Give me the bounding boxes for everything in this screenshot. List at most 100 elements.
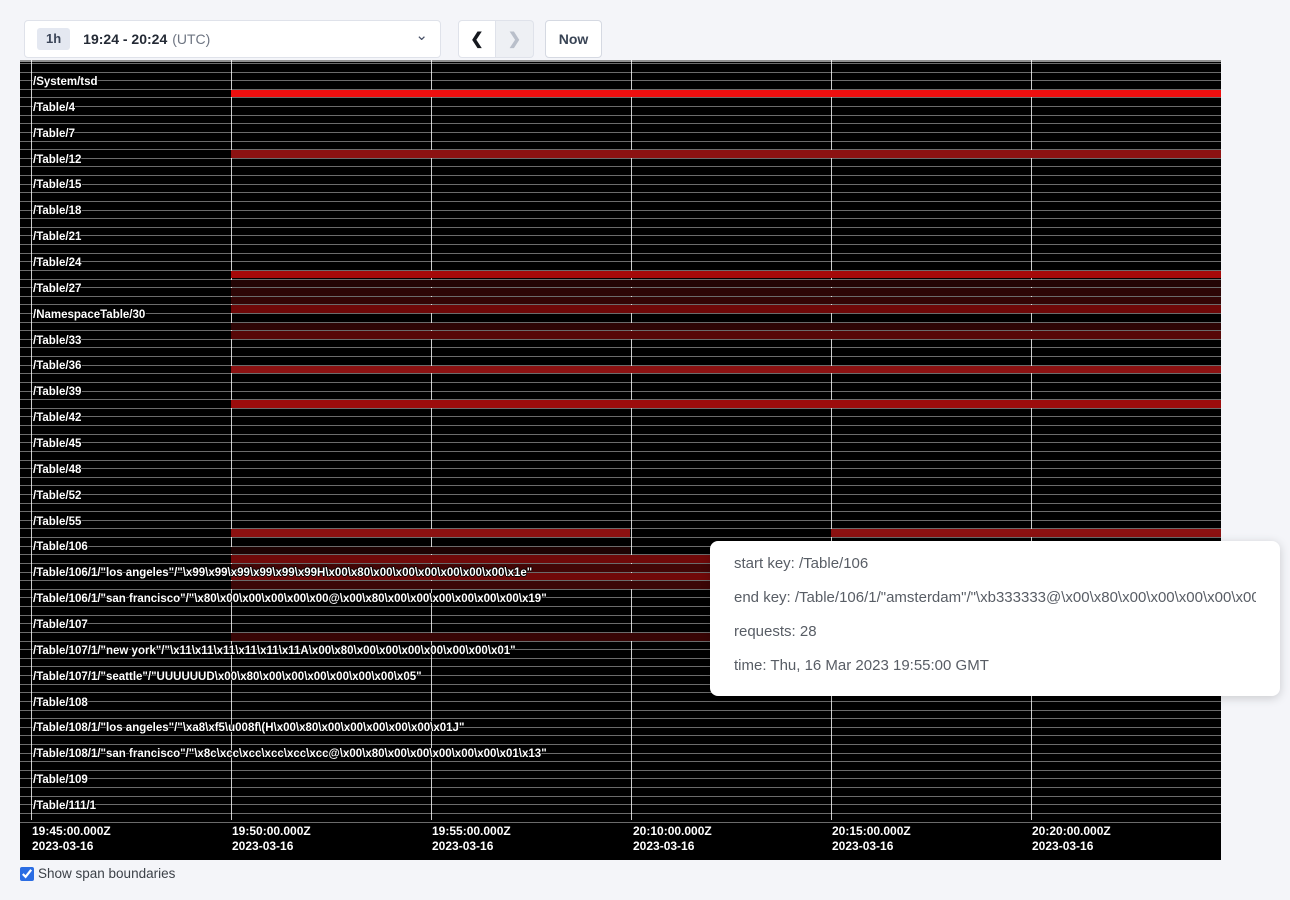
time-range-badge: 1h — [37, 28, 70, 50]
grid-line-horizontal — [20, 416, 1221, 417]
grid-line-horizontal — [20, 434, 1221, 435]
span-tooltip: start key: /Table/106 end key: /Table/10… — [710, 541, 1280, 696]
grid-line-horizontal — [20, 356, 1221, 357]
grid-line-horizontal — [20, 460, 1221, 461]
heat-band — [231, 400, 1221, 408]
row-label: /Table/15 — [33, 179, 81, 191]
axis-date-text: 2023-03-16 — [633, 839, 712, 854]
grid-line-horizontal — [20, 485, 1221, 486]
axis-time-label: 19:55:00.000Z2023-03-16 — [432, 824, 511, 854]
row-label: /Table/107/1/"new york"/"\x11\x11\x11\x1… — [33, 645, 516, 657]
grid-line-horizontal — [20, 537, 1221, 538]
axis-time-text: 20:10:00.000Z — [633, 824, 712, 839]
grid-line-horizontal — [20, 166, 1221, 167]
grid-line-horizontal — [20, 761, 1221, 762]
grid-line-horizontal — [20, 244, 1221, 245]
row-label: /Table/12 — [33, 154, 81, 166]
row-label: /Table/106/1/"los angeles"/"\x99\x99\x99… — [33, 567, 532, 579]
row-label: /Table/39 — [33, 386, 81, 398]
grid-line-horizontal — [20, 373, 1221, 374]
grid-line-horizontal — [20, 710, 1221, 711]
row-label: /Table/108/1/"san francisco"/"\x8c\xcc\x… — [33, 748, 547, 760]
grid-line-horizontal — [20, 339, 1221, 340]
row-label: /Table/111/1 — [33, 800, 96, 812]
span-boundaries-checkbox[interactable] — [20, 867, 34, 881]
heat-band — [231, 366, 1221, 374]
row-label: /Table/106/1/"san francisco"/"\x80\x00\x… — [33, 593, 547, 605]
grid-line-horizontal — [20, 477, 1221, 478]
heat-band — [231, 323, 1221, 331]
grid-line-horizontal — [20, 210, 1221, 211]
grid-line-horizontal — [20, 701, 1221, 702]
chevron-down-icon: ⌄ — [415, 31, 428, 41]
heat-band — [231, 90, 1221, 98]
span-boundaries-label: Show span boundaries — [38, 866, 175, 882]
axis-time-text: 19:55:00.000Z — [432, 824, 511, 839]
grid-line-horizontal — [20, 744, 1221, 745]
grid-line-horizontal — [20, 227, 1221, 228]
row-label: /Table/7 — [33, 128, 75, 140]
row-label: /Table/108 — [33, 697, 88, 709]
grid-line-horizontal — [20, 313, 1221, 314]
axis-date-text: 2023-03-16 — [832, 839, 911, 854]
now-button[interactable]: Now — [545, 20, 602, 58]
grid-line-horizontal — [20, 382, 1221, 383]
grid-line-horizontal — [20, 158, 1221, 159]
next-time-button[interactable]: ❯ — [496, 20, 534, 58]
axis-time-label: 20:20:00.000Z2023-03-16 — [1032, 824, 1111, 854]
axis-time-label: 20:10:00.000Z2023-03-16 — [633, 824, 712, 854]
grid-line-horizontal — [20, 115, 1221, 116]
row-label: /Table/107 — [33, 619, 88, 631]
heat-band — [231, 529, 630, 537]
grid-line-horizontal — [20, 822, 1221, 823]
axis-time-text: 19:50:00.000Z — [232, 824, 311, 839]
time-range-utc-label: (UTC) — [172, 31, 210, 47]
grid-line-horizontal — [20, 503, 1221, 504]
grid-line-horizontal — [20, 451, 1221, 452]
tooltip-start-key: start key: /Table/106 — [734, 554, 1256, 574]
key-visualizer-page: 1h 19:24 - 20:24 (UTC) ⌄ ❮ ❯ Now /System… — [0, 0, 1290, 900]
grid-line-vertical — [1031, 60, 1032, 820]
axis-time-text: 20:15:00.000Z — [832, 824, 911, 839]
grid-line-horizontal — [20, 778, 1221, 779]
axis-time-label: 19:45:00.000Z2023-03-16 — [32, 824, 111, 854]
grid-line-horizontal — [20, 192, 1221, 193]
time-range-select[interactable]: 1h 19:24 - 20:24 (UTC) ⌄ — [24, 20, 441, 58]
axis-date-text: 2023-03-16 — [1032, 839, 1111, 854]
heat-band — [231, 297, 1221, 305]
heat-band — [231, 547, 630, 555]
time-range-nav: ❮ ❯ — [458, 20, 534, 58]
row-label: /Table/109 — [33, 774, 88, 786]
grid-line-horizontal — [20, 520, 1221, 521]
axis-time-text: 19:45:00.000Z — [32, 824, 111, 839]
grid-line-vertical — [431, 60, 432, 820]
grid-line-horizontal — [20, 347, 1221, 348]
grid-line-horizontal — [20, 718, 1221, 719]
axis-time-label: 19:50:00.000Z2023-03-16 — [232, 824, 311, 854]
heat-band — [231, 271, 1221, 279]
grid-line-horizontal — [20, 106, 1221, 107]
grid-line-horizontal — [20, 235, 1221, 236]
row-label: /Table/55 — [33, 516, 81, 528]
row-label: /Table/52 — [33, 490, 81, 502]
row-label: /Table/18 — [33, 205, 81, 217]
grid-line-horizontal — [20, 425, 1221, 426]
heat-band — [231, 280, 1221, 288]
grid-line-horizontal — [20, 80, 1221, 81]
grid-line-horizontal — [20, 804, 1221, 805]
row-label: /Table/42 — [33, 412, 81, 424]
row-label: /Table/33 — [33, 335, 81, 347]
key-visualizer-canvas[interactable]: /System/tsd/Table/4/Table/7/Table/12/Tab… — [20, 60, 1221, 860]
chevron-left-icon: ❮ — [470, 29, 483, 49]
grid-line-horizontal — [20, 218, 1221, 219]
prev-time-button[interactable]: ❮ — [458, 20, 496, 58]
grid-line-horizontal — [20, 184, 1221, 185]
grid-line-horizontal — [20, 813, 1221, 814]
row-label: /Table/48 — [33, 464, 81, 476]
grid-line-horizontal — [20, 132, 1221, 133]
row-label: /Table/4 — [33, 102, 75, 114]
grid-line-horizontal — [20, 201, 1221, 202]
heat-band — [231, 305, 1221, 313]
grid-line-horizontal — [20, 735, 1221, 736]
axis-time-label: 20:15:00.000Z2023-03-16 — [832, 824, 911, 854]
